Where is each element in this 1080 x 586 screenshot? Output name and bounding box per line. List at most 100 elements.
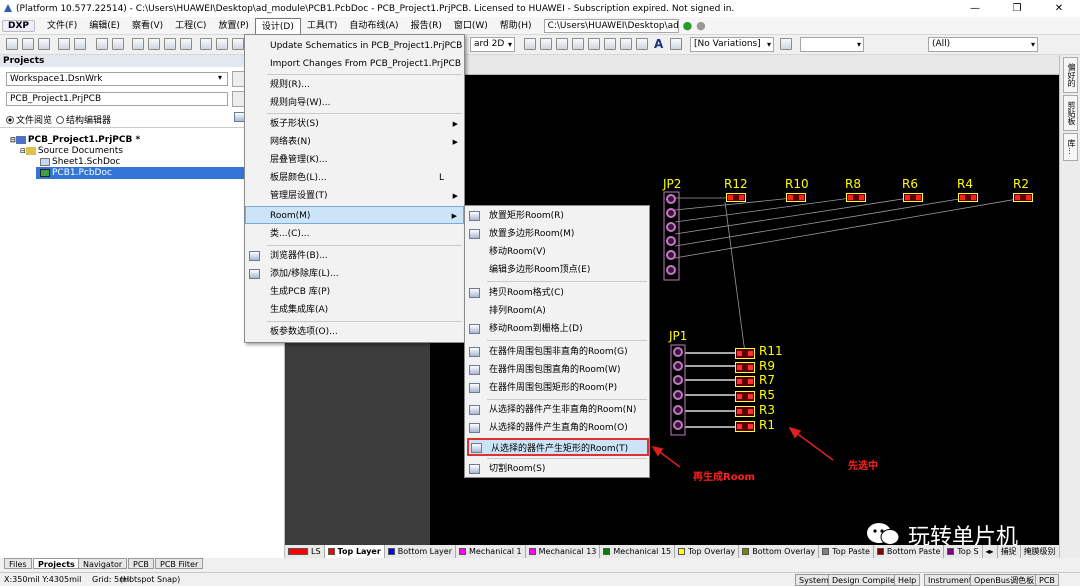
pad-icon[interactable] <box>572 38 584 50</box>
jp2-pin[interactable] <box>666 194 676 204</box>
menu-board-options[interactable]: 板参数选项(O)... <box>245 323 464 341</box>
string-icon[interactable]: A <box>654 37 663 51</box>
r2-footprint[interactable] <box>1013 193 1033 202</box>
jp1-pin[interactable] <box>673 420 683 430</box>
layer-scroll-icon[interactable]: ◂▸ <box>983 545 998 558</box>
radio-file-view[interactable] <box>6 115 14 124</box>
room-place-rectangular[interactable]: 放置矩形Room(R) <box>465 207 649 225</box>
menu-import-changes[interactable]: Import Changes From PCB_Project1.PrjPCB <box>245 55 464 73</box>
restore-button[interactable]: ❐ <box>996 0 1038 17</box>
r4-footprint[interactable] <box>958 193 978 202</box>
menu-make-integrated-library[interactable]: 生成集成库(A) <box>245 301 464 319</box>
room-from-selected-nonorthogonal[interactable]: 从选择的器件产生非直角的Room(N) <box>465 401 649 419</box>
jp1-pin[interactable] <box>673 375 683 385</box>
snap-button[interactable]: 捕捉 <box>998 545 1021 558</box>
arc-icon[interactable] <box>604 38 616 50</box>
help-button[interactable]: Help <box>894 574 921 586</box>
tab-libraries[interactable]: 库... <box>1063 133 1078 161</box>
menu-autoroute[interactable]: 自动布线(A) <box>343 18 404 34</box>
tab-files[interactable]: Files <box>4 558 32 569</box>
tab-favorites[interactable]: 偏好的 <box>1063 57 1078 93</box>
r1-footprint[interactable] <box>735 421 755 432</box>
class-combo[interactable] <box>800 37 864 52</box>
polygon-icon[interactable] <box>636 38 648 50</box>
view-3d-icon[interactable] <box>96 38 108 50</box>
jp2-pin[interactable] <box>666 250 676 260</box>
tab-pcb-filter[interactable]: PCB Filter <box>155 558 204 569</box>
menu-classes[interactable]: 类...(C)... <box>245 225 464 243</box>
layer-tab-mechanical-13[interactable]: Mechanical 13 <box>526 545 601 558</box>
print-icon[interactable] <box>58 38 70 50</box>
jp1-pin[interactable] <box>673 390 683 400</box>
room-from-selected-rectangle[interactable]: 从选择的器件产生矩形的Room(T) <box>467 438 649 456</box>
room-place-polygonal[interactable]: 放置多边形Room(M) <box>465 225 649 243</box>
menu-rules[interactable]: 规则(R)... <box>245 76 464 94</box>
pcb-button[interactable]: PCB <box>1035 574 1059 586</box>
menu-board-shape[interactable]: 板子形状(S) ▶ <box>245 115 464 133</box>
mask-level-button[interactable]: 掩膜级别 <box>1021 545 1060 558</box>
save-icon[interactable] <box>38 38 50 50</box>
jp1-pin[interactable] <box>673 405 683 415</box>
library-icon[interactable] <box>112 38 124 50</box>
radio-struct-editor[interactable] <box>56 115 65 124</box>
r10-footprint[interactable] <box>786 193 806 202</box>
menu-add-remove-library[interactable]: 添加/移除库(L)... <box>245 265 464 283</box>
jp2-pin[interactable] <box>666 236 676 246</box>
menu-window[interactable]: 窗口(W) <box>448 18 494 34</box>
r7-footprint[interactable] <box>735 376 755 387</box>
workspace-combo[interactable]: Workspace1.DsnWrk <box>6 72 228 86</box>
zoom-filter-icon[interactable] <box>180 38 192 50</box>
diff-pair-icon[interactable] <box>540 38 552 50</box>
r6-footprint[interactable] <box>903 193 923 202</box>
variant-icon[interactable] <box>780 38 792 50</box>
layer-tab-top-overlay[interactable]: Top Overlay <box>675 545 740 558</box>
zoom-fit-icon[interactable] <box>132 38 144 50</box>
menu-design[interactable]: 设计(D) <box>254 17 301 34</box>
menu-update-schematics[interactable]: Update Schematics in PCB_Project1.PrjPCB <box>245 37 464 55</box>
close-button[interactable]: ✕ <box>1038 0 1080 17</box>
menu-tools[interactable]: 工具(T) <box>301 18 344 34</box>
path-field[interactable]: C:\Users\HUAWEI\Desktop\ad_ <box>543 18 679 33</box>
region-icon[interactable] <box>620 38 632 50</box>
menu-reports[interactable]: 报告(R) <box>405 18 448 34</box>
menu-browse-components[interactable]: 浏览器件(B)... <box>245 247 464 265</box>
chevron-down-icon[interactable]: ▾ <box>218 73 222 82</box>
tab-pcb[interactable]: PCB <box>128 558 154 569</box>
go-icon[interactable]: ● <box>683 19 693 32</box>
layer-tab-bottom-overlay[interactable]: Bottom Overlay <box>739 545 820 558</box>
layer-tab-mechanical-15[interactable]: Mechanical 15 <box>600 545 676 558</box>
project-field[interactable]: PCB_Project1.PrjPCB <box>6 92 228 106</box>
zoom-area-icon[interactable] <box>148 38 160 50</box>
design-compiler-button[interactable]: Design Compiler <box>828 574 903 586</box>
tab-navigator[interactable]: Navigator <box>78 558 128 569</box>
copy-icon[interactable] <box>216 38 228 50</box>
layer-tab-top-solder[interactable]: Top S <box>944 545 983 558</box>
layer-tab-top-layer[interactable]: Top Layer <box>324 545 385 558</box>
room-slice[interactable]: 切割Room(S) <box>465 460 649 478</box>
room-copy-format[interactable]: 拷贝Room格式(C) <box>465 284 649 302</box>
room-around-nonorthogonal[interactable]: 在器件周围包围非直角的Room(G) <box>465 343 649 361</box>
new-icon[interactable] <box>6 38 18 50</box>
menu-netlist[interactable]: 网络表(N) ▶ <box>245 133 464 151</box>
room-around-rectangle[interactable]: 在器件周围包围矩形的Room(P) <box>465 379 649 397</box>
menu-view[interactable]: 察看(V) <box>126 18 169 34</box>
menu-place[interactable]: 放置(P) <box>212 18 254 34</box>
room-move-to-grid[interactable]: 移动Room到栅格上(D) <box>465 320 649 338</box>
menu-layer-stack-manager[interactable]: 层叠管理(K)... <box>245 151 464 169</box>
paste-icon[interactable] <box>232 38 244 50</box>
dxp-menu[interactable]: DXP <box>2 19 36 32</box>
back-icon[interactable]: ● <box>696 19 706 32</box>
r11-footprint[interactable] <box>735 348 755 359</box>
menu-make-pcb-library[interactable]: 生成PCB 库(P) <box>245 283 464 301</box>
jp2-pin[interactable] <box>666 208 676 218</box>
interactive-route-icon[interactable] <box>524 38 536 50</box>
jp1-pin[interactable] <box>673 361 683 371</box>
layer-tab-mechanical-1[interactable]: Mechanical 1 <box>456 545 526 558</box>
tab-projects[interactable]: Projects <box>33 558 80 569</box>
menu-layer-sets[interactable]: 管理层设置(T) ▶ <box>245 187 464 205</box>
room-move[interactable]: 移动Room(V) <box>465 243 649 261</box>
jp1-pin[interactable] <box>673 347 683 357</box>
menu-file[interactable]: 文件(F) <box>41 18 83 34</box>
menu-room[interactable]: Room(M) ▶ <box>245 206 464 224</box>
fill-icon[interactable] <box>556 38 568 50</box>
